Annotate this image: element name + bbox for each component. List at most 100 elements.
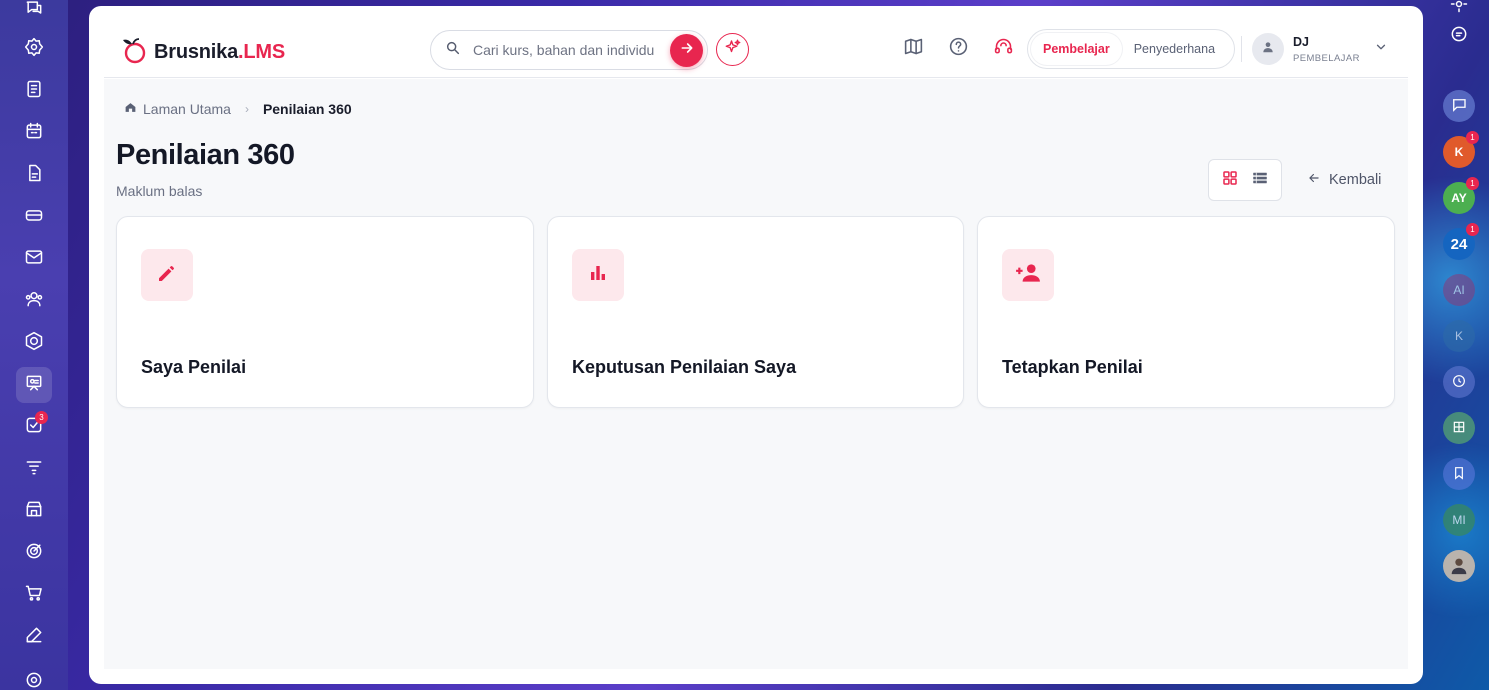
document-list-icon bbox=[24, 79, 44, 104]
grid-view-button[interactable] bbox=[1218, 168, 1242, 192]
rail-filter-button[interactable] bbox=[16, 451, 52, 487]
contact-photo-avatar[interactable] bbox=[1443, 550, 1475, 582]
grid-icon bbox=[1451, 419, 1467, 438]
chevron-down-icon bbox=[1360, 40, 1388, 59]
contact-avatar[interactable]: AY 1 bbox=[1443, 177, 1479, 214]
brand-name-suffix: .LMS bbox=[238, 41, 285, 63]
card-assign-evaluators[interactable]: Tetapkan Penilai bbox=[977, 216, 1395, 408]
rail-edit-button[interactable] bbox=[16, 619, 52, 655]
rail-cog-button[interactable] bbox=[16, 664, 52, 690]
card-icon-box bbox=[572, 249, 624, 301]
breadcrumb-home-link[interactable]: Laman Utama bbox=[124, 101, 231, 117]
brand-name: Brusnika.LMS bbox=[154, 41, 285, 64]
back-link[interactable]: Kembali bbox=[1307, 171, 1381, 189]
cog-icon bbox=[24, 670, 44, 690]
contact-avatar[interactable] bbox=[1443, 458, 1475, 490]
left-app-rail: 3 bbox=[0, 0, 68, 690]
rail-presentation-button[interactable] bbox=[16, 367, 52, 403]
help-button[interactable] bbox=[947, 37, 969, 60]
brand-name-main: Brusnika bbox=[154, 41, 238, 63]
contact-initials: K bbox=[1454, 329, 1463, 343]
map-icon bbox=[903, 36, 924, 62]
card-my-results[interactable]: Keputusan Penilaian Saya bbox=[547, 216, 964, 408]
view-mode-toggle bbox=[1208, 159, 1282, 201]
ai-assistant-button[interactable] bbox=[716, 33, 749, 66]
clock-icon bbox=[1451, 373, 1467, 392]
right-rail-settings-button[interactable] bbox=[1447, 0, 1471, 18]
target-icon bbox=[24, 541, 44, 566]
card-my-evaluations[interactable]: Saya Penilai bbox=[116, 216, 534, 408]
role-simplified-button[interactable]: Penyederhana bbox=[1122, 33, 1227, 65]
rail-mail-button[interactable] bbox=[16, 241, 52, 277]
feature-cards: Saya Penilai Keputusan Penilaian Saya Te… bbox=[116, 216, 1395, 408]
brusnika-berry-icon bbox=[118, 34, 150, 71]
main-window: Brusnika.LMS Pembelajar Penyederhana bbox=[89, 6, 1423, 684]
card-title: Tetapkan Penilai bbox=[1002, 357, 1143, 377]
rail-files-button[interactable] bbox=[16, 157, 52, 193]
arrow-right-icon bbox=[679, 40, 695, 61]
right-rail-assistant-button[interactable] bbox=[1447, 24, 1471, 48]
right-rail-chat-button[interactable] bbox=[1443, 90, 1475, 122]
contact-avatar[interactable]: MI bbox=[1443, 504, 1475, 536]
breadcrumb: Laman Utama › Penilaian 360 bbox=[124, 101, 352, 117]
role-switcher: Pembelajar Penyederhana bbox=[1027, 29, 1235, 69]
user-silhouette-icon bbox=[1261, 40, 1275, 59]
user-menu[interactable]: DJ PEMBELAJAR bbox=[1252, 33, 1388, 65]
chat-icon bbox=[1450, 96, 1468, 117]
cart-icon bbox=[24, 583, 44, 608]
search-submit-button[interactable] bbox=[670, 34, 703, 67]
brand-logo[interactable]: Brusnika.LMS bbox=[118, 34, 285, 71]
bar-chart-icon bbox=[586, 261, 610, 290]
person-photo-icon bbox=[1448, 554, 1470, 579]
search-input[interactable] bbox=[473, 42, 663, 58]
filter-funnel-icon bbox=[24, 457, 44, 482]
contact-unread-badge: 1 bbox=[1466, 177, 1479, 190]
avatar bbox=[1252, 33, 1284, 65]
rail-cart-button[interactable] bbox=[16, 577, 52, 613]
contact-avatar[interactable]: K bbox=[1443, 320, 1475, 352]
contact-avatar[interactable] bbox=[1443, 412, 1475, 444]
card-icon-box bbox=[1002, 249, 1054, 301]
support-button[interactable] bbox=[992, 38, 1014, 60]
rail-calendar-button[interactable] bbox=[16, 115, 52, 151]
contact-avatar[interactable]: K 1 bbox=[1443, 131, 1479, 168]
back-label: Kembali bbox=[1329, 172, 1382, 188]
user-role-label: PEMBELAJAR bbox=[1293, 52, 1360, 64]
card-title: Saya Penilai bbox=[141, 357, 247, 377]
tasks-count-badge: 3 bbox=[35, 411, 48, 424]
contact-unread-badge: 1 bbox=[1466, 223, 1479, 236]
page-content: Laman Utama › Penilaian 360 Penilaian 36… bbox=[104, 79, 1408, 669]
card-icon bbox=[24, 205, 44, 230]
sparkles-icon bbox=[724, 38, 742, 61]
rail-settings-button[interactable] bbox=[16, 31, 52, 67]
contact-avatar[interactable]: AI bbox=[1443, 274, 1475, 306]
grid-view-icon bbox=[1221, 169, 1239, 192]
contact-avatar[interactable]: 24 1 bbox=[1443, 223, 1479, 260]
breadcrumb-home-label: Laman Utama bbox=[143, 101, 231, 117]
contact-avatar[interactable] bbox=[1443, 366, 1475, 398]
pencil-icon bbox=[155, 261, 179, 290]
card-title: Keputusan Penilaian Saya bbox=[572, 357, 797, 377]
role-learner-button[interactable]: Pembelajar bbox=[1031, 33, 1122, 65]
rail-documents-button[interactable] bbox=[16, 73, 52, 109]
rail-cards-button[interactable] bbox=[16, 199, 52, 235]
rail-chat-button[interactable] bbox=[16, 0, 52, 28]
breadcrumb-current: Penilaian 360 bbox=[262, 101, 352, 117]
rail-store-button[interactable] bbox=[16, 493, 52, 529]
edit-pen-icon bbox=[24, 625, 44, 650]
presentation-icon bbox=[24, 373, 44, 398]
store-icon bbox=[24, 499, 44, 524]
contact-unread-badge: 1 bbox=[1466, 131, 1479, 144]
arrow-left-icon bbox=[1307, 171, 1321, 189]
search-box bbox=[430, 30, 708, 70]
rail-hexagon-button[interactable] bbox=[16, 325, 52, 361]
list-view-button[interactable] bbox=[1248, 168, 1272, 192]
breadcrumb-separator: › bbox=[244, 102, 249, 116]
settings-gear-icon bbox=[24, 37, 44, 62]
rail-tasks-button[interactable]: 3 bbox=[16, 409, 52, 445]
home-icon bbox=[124, 101, 137, 117]
rail-users-button[interactable] bbox=[16, 283, 52, 319]
rail-target-button[interactable] bbox=[16, 535, 52, 571]
map-button[interactable] bbox=[902, 38, 924, 60]
mail-icon bbox=[24, 247, 44, 272]
